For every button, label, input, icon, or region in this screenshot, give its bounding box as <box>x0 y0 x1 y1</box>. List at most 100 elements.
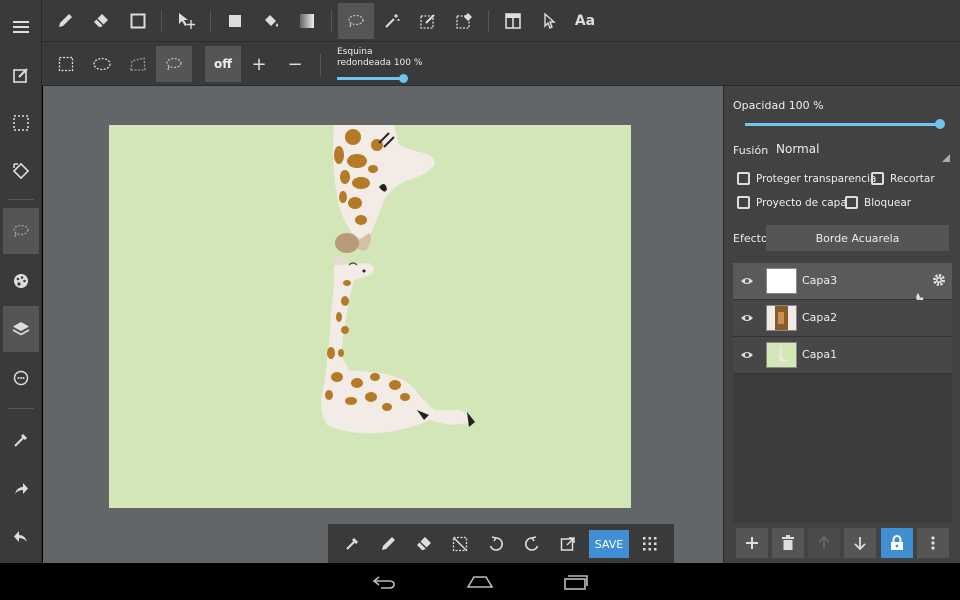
gradient-icon[interactable] <box>289 3 325 39</box>
edit-canvas-icon[interactable] <box>3 52 39 98</box>
lasso-select-icon[interactable] <box>338 3 374 39</box>
draft-layer-label: Proyecto de capa <box>756 196 847 209</box>
square-icon[interactable] <box>120 3 156 39</box>
eraser-icon[interactable] <box>408 528 440 560</box>
drawing-canvas[interactable] <box>109 125 631 508</box>
canvas-area[interactable] <box>43 86 723 563</box>
eye-icon[interactable] <box>738 272 756 290</box>
move-down-icon[interactable] <box>844 528 876 558</box>
plus-button[interactable]: + <box>241 46 277 82</box>
layer-thumbnail <box>766 342 797 368</box>
layer-name: Capa3 <box>802 274 838 287</box>
text-tool-button[interactable]: Aa <box>567 3 603 39</box>
eyedropper-icon[interactable] <box>3 417 39 463</box>
layer-name: Capa2 <box>802 311 838 324</box>
menu-icon[interactable] <box>3 4 39 50</box>
left-toolbar <box>0 0 42 563</box>
blend-mode-value: Normal <box>776 142 820 156</box>
move-icon[interactable] <box>168 3 204 39</box>
giraffe-illustration <box>321 125 475 434</box>
effect-label: Efecto <box>733 232 768 245</box>
deselect-icon[interactable] <box>444 528 476 560</box>
clip-label: Recortar <box>890 172 935 185</box>
checkbox-icon <box>845 196 858 209</box>
bucket-icon[interactable] <box>253 3 289 39</box>
off-toggle-button[interactable]: off <box>205 46 241 82</box>
checkbox-icon <box>737 172 750 185</box>
recents-icon[interactable] <box>556 569 596 595</box>
corner-label-line2: redondeada 100 % <box>337 58 423 68</box>
back-icon[interactable] <box>364 569 404 595</box>
opacity-slider-track[interactable] <box>745 123 940 126</box>
layer-row[interactable]: Capa2 <box>733 300 952 337</box>
opacity-slider-thumb[interactable] <box>935 119 945 129</box>
fill-rect-icon[interactable] <box>217 3 253 39</box>
system-nav-bar <box>0 563 960 600</box>
opacity-label: Opacidad 100 % <box>733 99 824 112</box>
move-up-icon[interactable] <box>808 528 840 558</box>
more-options-icon[interactable] <box>917 528 949 558</box>
blend-label: Fusión <box>733 144 769 157</box>
rounded-corner-slider-track[interactable] <box>337 77 403 80</box>
select-pen-icon[interactable] <box>410 3 446 39</box>
checkbox-icon <box>871 172 884 185</box>
layer-name: Capa1 <box>802 348 838 361</box>
trash-icon[interactable] <box>772 528 804 558</box>
rounded-corner-slider-thumb[interactable] <box>399 74 408 83</box>
export-icon[interactable] <box>552 528 584 560</box>
home-icon[interactable] <box>460 569 500 595</box>
eye-icon[interactable] <box>738 346 756 364</box>
selection-icon[interactable] <box>3 100 39 146</box>
layer-row[interactable]: Capa1 <box>733 337 952 374</box>
panel-icon[interactable] <box>495 3 531 39</box>
magic-wand-icon[interactable] <box>374 3 410 39</box>
minus-button[interactable]: − <box>277 46 313 82</box>
add-layer-icon[interactable] <box>736 528 768 558</box>
corner-label-line1: Esquina <box>337 47 373 57</box>
share-icon[interactable] <box>3 466 39 512</box>
layer-actions-bar <box>733 525 952 561</box>
lasso-icon[interactable] <box>3 208 39 254</box>
blend-mode-select[interactable]: Normal <box>776 140 950 162</box>
layers-icon[interactable] <box>3 306 39 352</box>
pen-icon[interactable] <box>372 528 404 560</box>
undo-icon[interactable] <box>3 514 39 560</box>
protect-transparency-checkbox[interactable]: Proteger transparencia <box>737 172 876 185</box>
polygon-select-icon[interactable] <box>120 46 156 82</box>
grid-icon[interactable] <box>634 528 666 560</box>
effect-button[interactable]: Borde Acuarela <box>766 225 949 251</box>
quick-toolbar: SAVE <box>328 524 674 564</box>
selection-options-bar: off + − Esquina redondeada 100 % <box>42 42 960 86</box>
eye-icon[interactable] <box>738 309 756 327</box>
clip-checkbox[interactable]: Recortar <box>871 172 935 185</box>
layer-row[interactable]: Capa3 <box>733 263 952 301</box>
rotate-left-icon[interactable] <box>480 528 512 560</box>
rotate-right-icon[interactable] <box>516 528 548 560</box>
brush-settings-icon[interactable] <box>3 355 39 401</box>
palette-icon[interactable] <box>3 258 39 304</box>
lock-icon[interactable] <box>881 528 913 558</box>
checkbox-icon <box>737 196 750 209</box>
layer-panel: Opacidad 100 % Fusión Normal Proteger tr… <box>723 86 960 563</box>
save-button[interactable]: SAVE <box>589 530 629 558</box>
rounded-corner-label: Esquina redondeada 100 % <box>337 47 422 69</box>
dropdown-caret-icon <box>942 154 950 162</box>
top-toolbar: Aa <box>42 0 960 42</box>
layer-list: Capa3 Capa2 Capa1 <box>733 263 952 523</box>
select-eraser-icon[interactable] <box>446 3 482 39</box>
pointer-icon[interactable] <box>531 3 567 39</box>
rect-select-icon[interactable] <box>48 46 84 82</box>
eyedropper-icon[interactable] <box>336 528 368 560</box>
ellipse-select-icon[interactable] <box>84 46 120 82</box>
layer-thumbnail <box>766 268 797 294</box>
transform-icon[interactable] <box>3 148 39 194</box>
effect-drop-icon <box>914 287 924 301</box>
lock-label: Bloquear <box>864 196 912 209</box>
lock-checkbox[interactable]: Bloquear <box>845 196 911 209</box>
pen-icon[interactable] <box>47 3 83 39</box>
draft-layer-checkbox[interactable]: Proyecto de capa <box>737 196 847 209</box>
layer-thumbnail <box>766 305 797 331</box>
gear-icon[interactable] <box>930 271 948 289</box>
freehand-select-icon[interactable] <box>156 46 192 82</box>
eraser-icon[interactable] <box>83 3 119 39</box>
